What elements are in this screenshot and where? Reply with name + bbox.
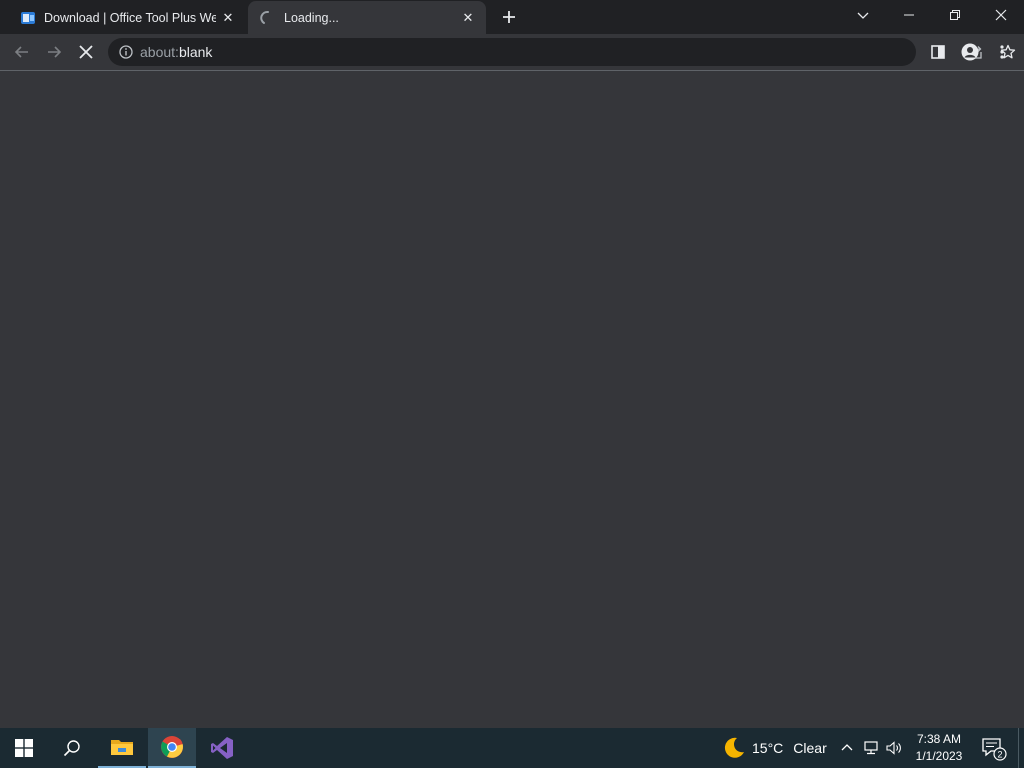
clock-time: 7:38 AM (916, 732, 962, 746)
windows-start-icon (15, 739, 33, 757)
tab-title: Loading... (284, 10, 339, 25)
arrow-right-icon (48, 46, 62, 58)
page-content[interactable] (0, 71, 1024, 728)
forward-button[interactable] (38, 36, 70, 68)
network-icon (864, 741, 878, 755)
network-button[interactable] (860, 728, 882, 768)
browser-toolbar: about:blank (0, 34, 1024, 71)
chrome-taskbar-button[interactable] (148, 728, 196, 768)
minimize-button[interactable] (886, 0, 932, 30)
profile-button[interactable] (954, 36, 986, 68)
search-icon (63, 740, 80, 757)
close-icon (995, 9, 1007, 21)
start-button[interactable] (0, 728, 48, 768)
file-explorer-icon (111, 740, 133, 755)
back-button[interactable] (6, 36, 38, 68)
chevron-up-icon (841, 744, 853, 751)
taskbar: 15°C Clear 7:38 AM 1/1/2023 2 (0, 728, 1024, 768)
visual-studio-button[interactable] (198, 728, 246, 768)
file-explorer-button[interactable] (98, 728, 146, 768)
loading-spinner-icon (260, 10, 276, 26)
plus-icon (503, 11, 515, 23)
info-icon[interactable] (112, 45, 140, 59)
show-hidden-icons-button[interactable] (836, 728, 858, 768)
stop-loading-button[interactable] (70, 36, 102, 68)
show-desktop-button[interactable] (1018, 728, 1024, 768)
address-bar[interactable]: about:blank (108, 38, 1016, 66)
weather-temperature: 15°C (752, 740, 784, 756)
menu-button[interactable] (986, 36, 1018, 68)
visual-studio-icon (211, 737, 233, 759)
url-host: blank (178, 44, 213, 60)
speaker-icon (886, 741, 901, 755)
search-button[interactable] (48, 728, 96, 768)
moon-icon (724, 737, 744, 758)
more-vertical-icon (1000, 45, 1004, 59)
url-text[interactable]: about:blank (140, 44, 212, 60)
url-scheme: about: (140, 44, 179, 60)
clock-date: 1/1/2023 (915, 749, 963, 763)
person-icon (961, 43, 979, 61)
close-tab-icon[interactable]: ✕ (216, 6, 240, 30)
restore-icon (950, 10, 960, 20)
close-icon (79, 45, 93, 59)
tab-office-tool-plus[interactable]: Download | Office Tool Plus Web ✕ (8, 1, 246, 34)
notification-icon: 2 (982, 738, 1007, 761)
tab-title: Download | Office Tool Plus Web (44, 10, 216, 25)
minimize-icon (904, 14, 914, 16)
notification-count: 2 (997, 750, 1002, 760)
office-tool-plus-icon (20, 10, 36, 26)
arrow-left-icon (14, 46, 28, 58)
weather-condition: Clear (793, 740, 827, 756)
restore-button[interactable] (932, 0, 978, 30)
close-tab-icon[interactable]: ✕ (456, 6, 480, 30)
tab-loading[interactable]: Loading... ✕ (248, 1, 486, 34)
new-tab-button[interactable] (497, 5, 521, 29)
weather-widget[interactable]: 15°C Clear (722, 728, 827, 768)
volume-button[interactable] (883, 728, 905, 768)
chevron-down-icon (857, 12, 869, 19)
close-window-button[interactable] (978, 0, 1024, 30)
side-panel-icon (931, 45, 945, 59)
tab-search-button[interactable] (840, 0, 886, 30)
clock[interactable]: 7:38 AM 1/1/2023 (906, 731, 972, 765)
notification-center-button[interactable]: 2 (976, 728, 1012, 768)
chrome-icon (161, 736, 183, 758)
side-panel-button[interactable] (922, 36, 954, 68)
tab-strip: Download | Office Tool Plus Web ✕ Loadin… (0, 0, 1024, 34)
